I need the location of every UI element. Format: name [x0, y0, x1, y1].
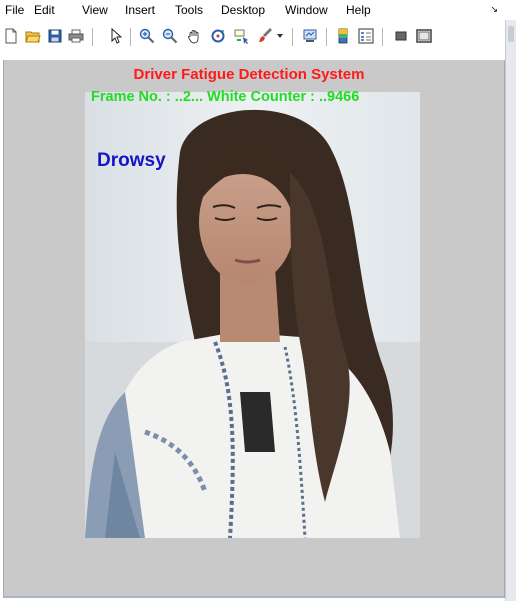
- menu-view[interactable]: View: [82, 3, 108, 17]
- show-plot-tools-icon[interactable]: [416, 28, 432, 44]
- menu-help[interactable]: Help: [346, 3, 371, 17]
- rotate-3d-icon[interactable]: [210, 28, 226, 44]
- colorbar-icon[interactable]: [335, 28, 351, 44]
- brush-dropdown-icon[interactable]: [276, 28, 284, 44]
- figure-toolbar: [0, 20, 505, 60]
- menu-desktop[interactable]: Desktop: [221, 3, 265, 17]
- menu-edit[interactable]: Edit: [34, 3, 55, 17]
- menu-bar: File Edit View Insert Tools Desktop Wind…: [0, 0, 516, 20]
- link-plot-icon[interactable]: [302, 28, 318, 44]
- frame-counter-text: Frame No. : ..2... White Counter : ..946…: [91, 89, 360, 105]
- menu-file[interactable]: File: [5, 3, 24, 17]
- menu-insert[interactable]: Insert: [125, 3, 155, 17]
- save-icon[interactable]: [47, 28, 63, 44]
- data-cursor-icon[interactable]: [234, 28, 250, 44]
- pan-icon[interactable]: [186, 28, 202, 44]
- window-edge-scrollbar[interactable]: [505, 20, 516, 601]
- pointer-icon[interactable]: [108, 28, 124, 44]
- scroll-thumb[interactable]: [508, 26, 514, 42]
- zoom-out-icon[interactable]: [162, 28, 178, 44]
- hide-plot-tools-icon[interactable]: [393, 28, 409, 44]
- menu-tools[interactable]: Tools: [175, 3, 203, 17]
- toolbar-separator: [130, 28, 131, 46]
- dock-arrow-icon[interactable]: ↘: [490, 4, 498, 15]
- menu-window[interactable]: Window: [285, 3, 328, 17]
- figure-title: Driver Fatigue Detection System: [133, 66, 365, 83]
- brush-icon[interactable]: [258, 28, 274, 44]
- drowsy-status-label: Drowsy: [97, 150, 166, 171]
- toolbar-separator: [92, 28, 93, 46]
- toolbar-separator: [382, 28, 383, 46]
- legend-icon[interactable]: [358, 28, 374, 44]
- new-figure-icon[interactable]: [3, 28, 19, 44]
- toolbar-separator: [292, 28, 293, 46]
- print-icon[interactable]: [68, 28, 84, 44]
- toolbar-separator: [326, 28, 327, 46]
- zoom-in-icon[interactable]: [139, 28, 155, 44]
- open-file-icon[interactable]: [25, 28, 41, 44]
